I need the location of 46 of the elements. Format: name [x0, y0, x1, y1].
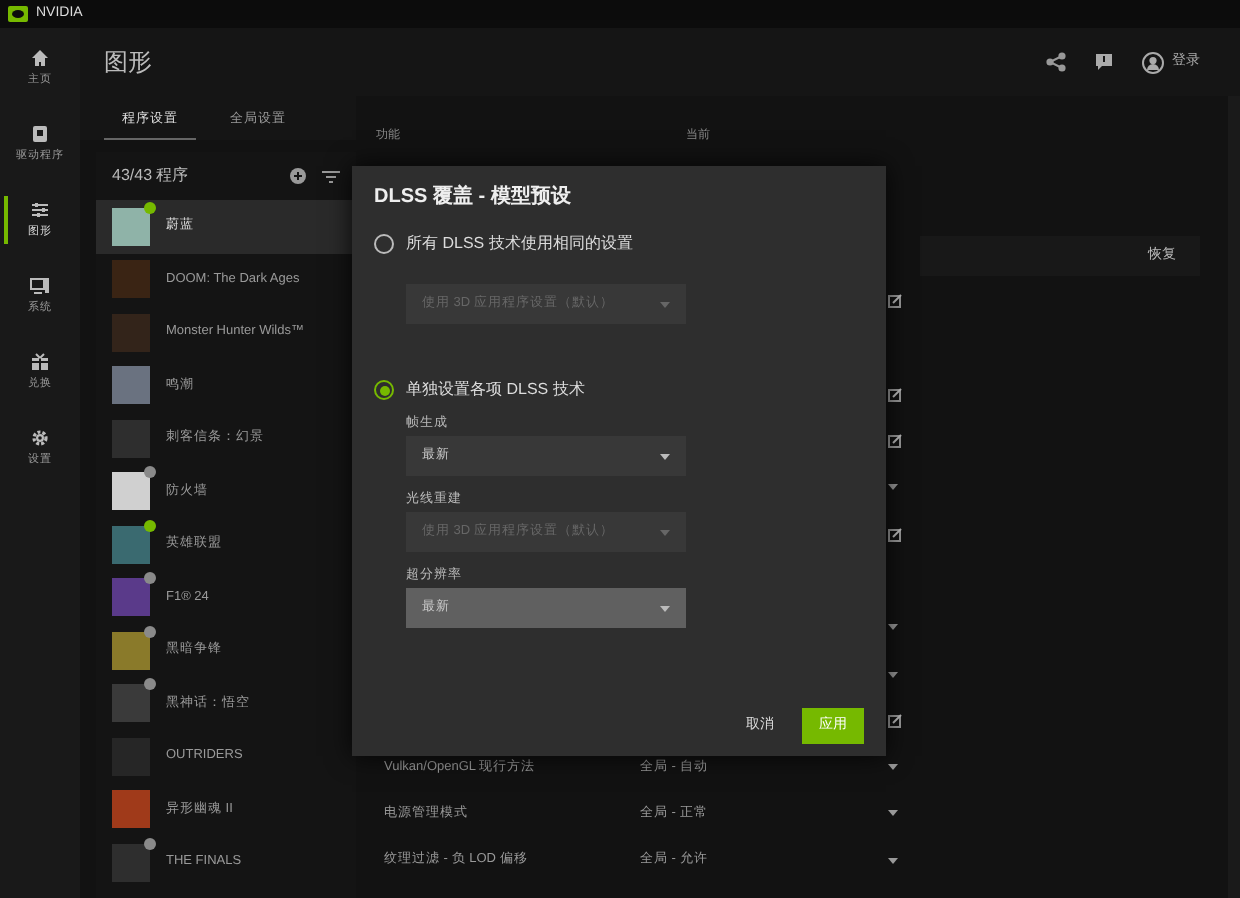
game-art-placeholder	[112, 419, 150, 458]
gift-icon	[30, 351, 50, 372]
chevron-icon[interactable]	[888, 671, 898, 678]
radio-button[interactable]	[374, 234, 394, 254]
edit-icon[interactable]	[888, 294, 902, 309]
game-art-placeholder	[112, 843, 150, 882]
edit-icon[interactable]	[888, 434, 902, 449]
driver-icon	[30, 123, 50, 144]
share-icon[interactable]	[1046, 52, 1066, 72]
chevron-icon[interactable]	[888, 810, 898, 817]
edit-icon[interactable]	[888, 527, 902, 542]
game-art-placeholder	[112, 313, 150, 352]
sliders-icon	[30, 199, 50, 220]
page-title: 图形	[104, 46, 152, 80]
chevron-icon[interactable]	[888, 857, 898, 864]
feedback-icon[interactable]	[1094, 52, 1114, 72]
dialog-title: DLSS 覆盖 - 模型预设	[374, 182, 573, 212]
game-art-placeholder	[112, 684, 150, 723]
caret-icon	[660, 605, 670, 611]
game-art-placeholder	[112, 790, 150, 829]
caret-icon	[660, 301, 670, 307]
home-icon	[30, 47, 50, 68]
chevron-icon[interactable]	[888, 764, 898, 771]
game-art-placeholder	[112, 525, 150, 564]
settings-icon	[30, 427, 50, 448]
edit-icon[interactable]	[888, 713, 902, 728]
user-icon[interactable]	[1142, 51, 1164, 73]
game-art-placeholder	[112, 207, 150, 246]
game-art-placeholder	[112, 472, 150, 511]
program-count: 43/43 程序	[112, 164, 191, 188]
caret-icon	[660, 529, 670, 535]
edit-icon[interactable]	[888, 387, 902, 402]
option-label: 单独设置各项 DLSS 技术	[406, 378, 585, 402]
radio-button[interactable]	[374, 380, 394, 400]
chevron-icon[interactable]	[888, 484, 898, 491]
game-art-placeholder	[112, 260, 150, 299]
game-art-placeholder	[112, 578, 150, 617]
option-label: 所有 DLSS 技术使用相同的设置	[406, 232, 633, 256]
add-icon[interactable]	[290, 168, 306, 184]
filter-icon[interactable]	[322, 169, 340, 183]
game-art-placeholder	[112, 366, 150, 405]
chevron-icon[interactable]	[888, 624, 898, 631]
game-art-placeholder	[112, 631, 150, 670]
caret-icon	[660, 453, 670, 459]
logo-icon	[8, 6, 28, 22]
monitor-icon	[30, 275, 50, 296]
